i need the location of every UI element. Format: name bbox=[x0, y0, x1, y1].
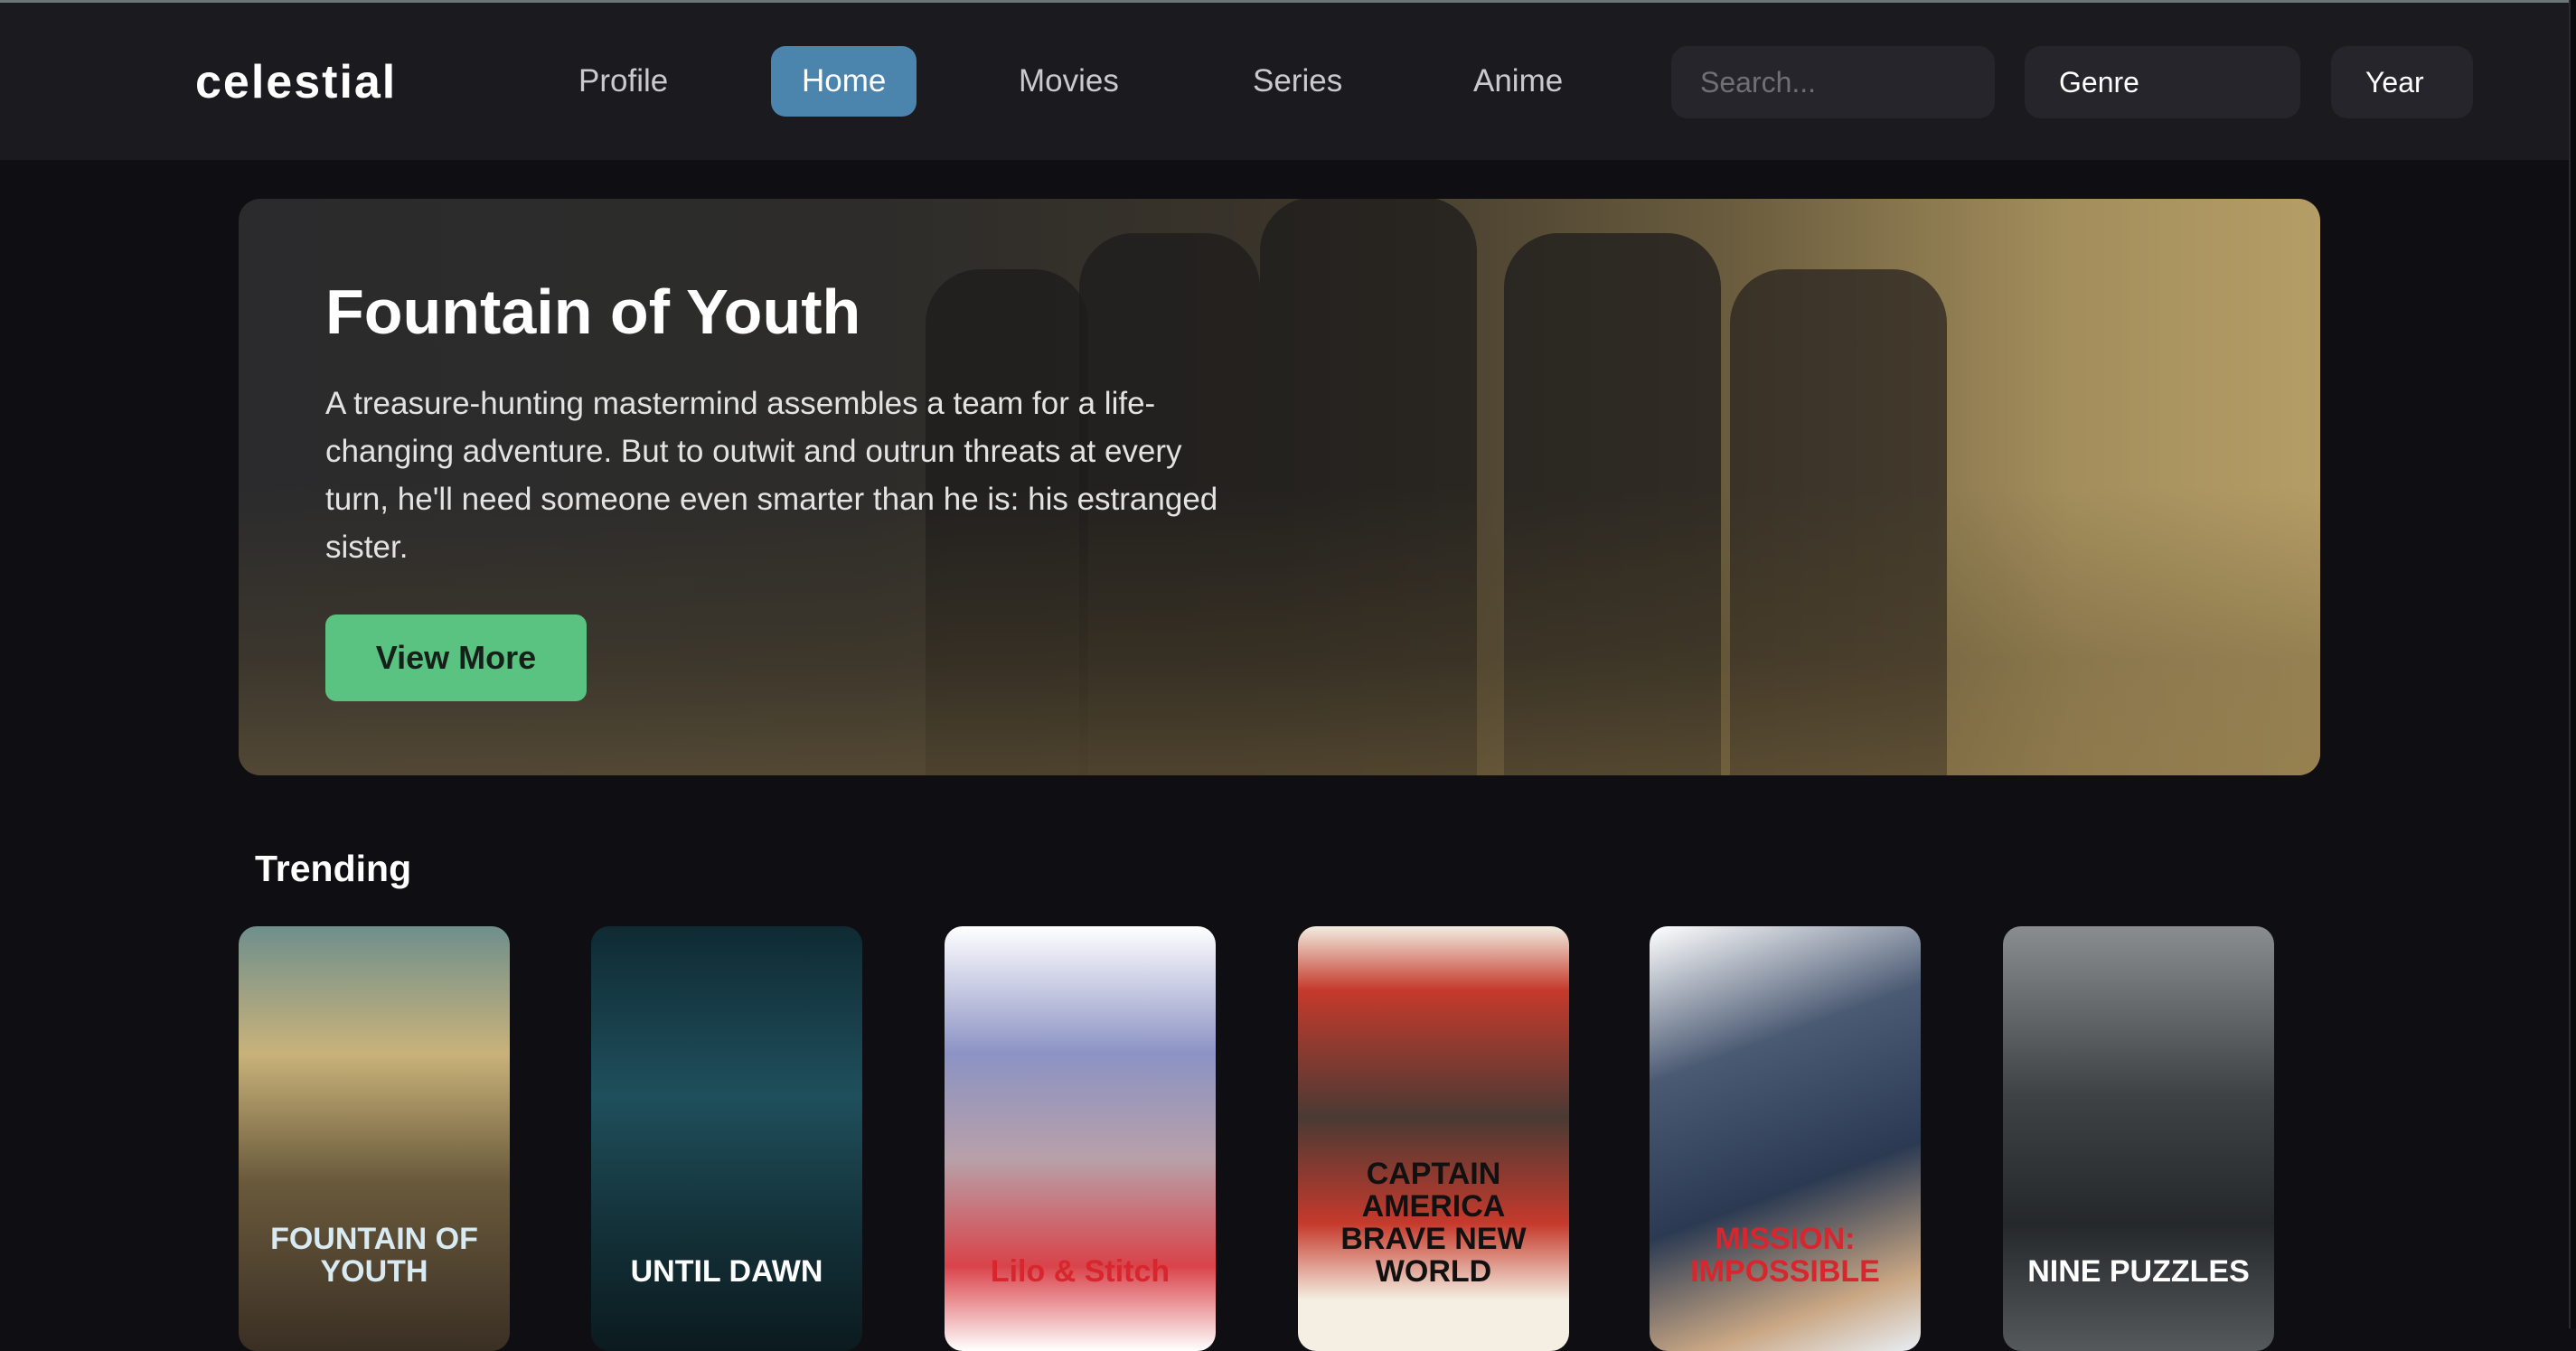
poster-card[interactable]: Lilo & Stitch bbox=[945, 926, 1216, 1351]
nav-anime[interactable]: Anime bbox=[1443, 46, 1594, 117]
poster-title: MISSION: IMPOSSIBLE bbox=[1690, 1222, 1880, 1289]
logo[interactable]: celestial bbox=[195, 55, 397, 109]
nav-profile[interactable]: Profile bbox=[548, 46, 699, 117]
hero-title: Fountain of Youth bbox=[325, 277, 861, 347]
nav-series[interactable]: Series bbox=[1222, 46, 1373, 117]
nav-movies[interactable]: Movies bbox=[988, 46, 1150, 117]
nav-home[interactable]: Home bbox=[771, 46, 917, 117]
poster-title: Lilo & Stitch bbox=[990, 1254, 1170, 1289]
top-navbar: celestial Profile Home Movies Series Ani… bbox=[0, 3, 2569, 160]
poster-card[interactable]: UNTIL DAWN bbox=[591, 926, 862, 1351]
search-input[interactable] bbox=[1671, 46, 1995, 118]
view-more-button[interactable]: View More bbox=[325, 615, 587, 701]
poster-card[interactable]: NINE PUZZLES bbox=[2003, 926, 2274, 1351]
genre-select[interactable]: Genre bbox=[2025, 46, 2300, 118]
scrollbar[interactable] bbox=[2569, 0, 2576, 1328]
poster-title: NINE PUZZLES bbox=[2027, 1254, 2250, 1289]
poster-title: FOUNTAIN OF YOUTH bbox=[270, 1222, 478, 1289]
poster-card[interactable]: FOUNTAIN OF YOUTH bbox=[239, 926, 510, 1351]
poster-title: CAPTAIN AMERICA BRAVE NEW WORLD bbox=[1340, 1157, 1527, 1289]
hero-description: A treasure-hunting mastermind assembles … bbox=[325, 386, 1218, 565]
year-select[interactable]: Year bbox=[2331, 46, 2473, 118]
hero-banner: Fountain of Youth A treasure-hunting mas… bbox=[239, 199, 2320, 775]
poster-card[interactable]: CAPTAIN AMERICA BRAVE NEW WORLD bbox=[1298, 926, 1569, 1351]
poster-title: UNTIL DAWN bbox=[630, 1254, 823, 1289]
poster-card[interactable]: MISSION: IMPOSSIBLE bbox=[1650, 926, 1921, 1351]
trending-heading: Trending bbox=[255, 848, 412, 889]
